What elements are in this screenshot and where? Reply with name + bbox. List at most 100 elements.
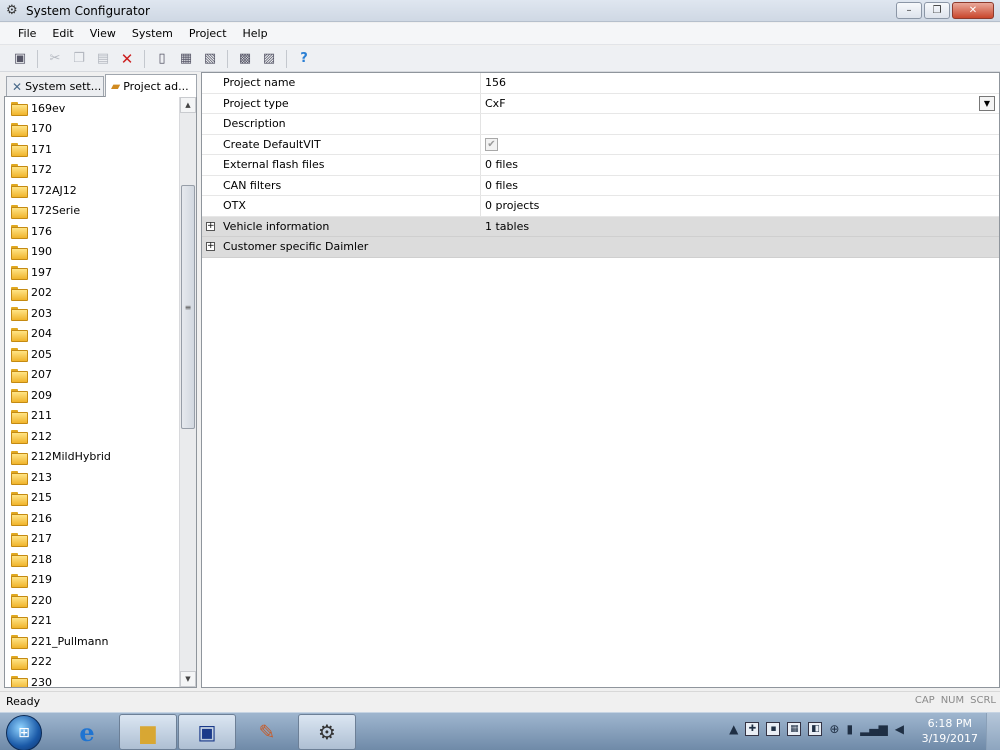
tree-item[interactable]: 222 — [5, 652, 179, 673]
tree-item[interactable]: 170 — [5, 119, 179, 140]
internet-explorer-icon[interactable]: e — [58, 714, 116, 750]
tree-item[interactable]: 213 — [5, 467, 179, 488]
property-group-customer-specific[interactable]: + Customer specific Daimler — [202, 237, 999, 258]
clock[interactable]: 6:18 PM 3/19/2017 — [922, 716, 978, 746]
tree-item[interactable]: 212MildHybrid — [5, 447, 179, 468]
tree-item[interactable]: 217 — [5, 529, 179, 550]
export-icon[interactable]: ▧ — [200, 49, 220, 69]
tree-item[interactable]: 204 — [5, 324, 179, 345]
tree-item[interactable]: 215 — [5, 488, 179, 509]
project-name-value[interactable]: 156 — [481, 73, 999, 93]
tab-system-settings[interactable]: ✕ System sett... — [6, 76, 104, 96]
property-row-project-name[interactable]: Project name 156 — [202, 73, 999, 94]
show-hidden-icons-icon[interactable]: ▲ — [729, 722, 738, 736]
property-row-otx[interactable]: OTX 0 projects — [202, 196, 999, 217]
tree-item[interactable]: 203 — [5, 303, 179, 324]
property-row-description[interactable]: Description — [202, 114, 999, 135]
show-desktop-button[interactable] — [986, 713, 1000, 750]
volume-icon[interactable]: ◀ — [895, 722, 904, 736]
close-button[interactable]: ✕ — [952, 2, 994, 19]
tree-item[interactable]: 169ev — [5, 98, 179, 119]
tree-item[interactable]: 219 — [5, 570, 179, 591]
network-icon[interactable]: ▂▄▆ — [860, 722, 888, 736]
tree-item[interactable]: 172 — [5, 160, 179, 181]
copy-icon[interactable]: ❐ — [69, 49, 89, 69]
tree-item[interactable]: 207 — [5, 365, 179, 386]
menu-view[interactable]: View — [82, 23, 124, 45]
dropdown-arrow-icon[interactable]: ▼ — [979, 95, 995, 111]
save-icon[interactable]: ▣ — [10, 49, 30, 69]
minimize-button[interactable]: – — [896, 2, 922, 19]
tree-item[interactable]: 172AJ12 — [5, 180, 179, 201]
tree-item[interactable]: 205 — [5, 344, 179, 365]
tray-app-icon[interactable]: ✚ — [745, 722, 760, 736]
maximize-button[interactable]: ❐ — [924, 2, 950, 19]
vehicle-information-value[interactable]: 1 tables — [481, 217, 999, 237]
tree-item[interactable]: 216 — [5, 508, 179, 529]
start-button[interactable]: ⊞ — [6, 715, 42, 750]
power-icon[interactable]: ▮ — [846, 722, 853, 736]
project-type-dropdown[interactable]: CxF ▼ — [481, 94, 999, 114]
menu-file[interactable]: File — [10, 23, 44, 45]
delete-icon[interactable]: ✕ — [117, 49, 137, 69]
tree-item[interactable]: 176 — [5, 221, 179, 242]
tree-item[interactable]: 190 — [5, 242, 179, 263]
property-row-can-filters[interactable]: CAN filters 0 files — [202, 175, 999, 196]
paste-icon[interactable]: ▤ — [93, 49, 113, 69]
tree-item-label: 176 — [31, 224, 52, 238]
new-icon[interactable]: ▯ — [152, 49, 172, 69]
description-value[interactable] — [481, 114, 999, 134]
file-explorer-icon[interactable]: ▆ — [119, 714, 177, 750]
tree-item[interactable]: 218 — [5, 549, 179, 570]
language-icon[interactable]: ⊕ — [829, 722, 839, 736]
remove-icon[interactable]: ▨ — [259, 49, 279, 69]
tree-item[interactable]: 221 — [5, 611, 179, 632]
property-row-external-flash-files[interactable]: External flash files 0 files — [202, 155, 999, 176]
paint-icon[interactable]: ✎ — [238, 714, 296, 750]
tree-item[interactable]: 212 — [5, 426, 179, 447]
save-as-icon[interactable]: ▦ — [176, 49, 196, 69]
network-tool-icon[interactable]: ▣ — [178, 714, 236, 750]
create-default-vit-value[interactable]: ✔ — [481, 135, 999, 155]
system-configurator-taskbar-icon[interactable]: ⚙ — [298, 714, 356, 750]
tab-project-admin-label: Project ad... — [123, 79, 189, 93]
menu-project[interactable]: Project — [181, 23, 235, 45]
tree-item[interactable]: 172Serie — [5, 201, 179, 222]
tree-item-label: 221_Pullmann — [31, 634, 109, 648]
scroll-down-button[interactable]: ▼ — [180, 671, 196, 687]
property-row-create-default-vit[interactable]: Create DefaultVIT ✔ — [202, 134, 999, 155]
tray-app-icon[interactable]: ▪ — [766, 722, 781, 736]
tab-project-admin[interactable]: ▰ Project ad... — [105, 74, 197, 97]
can-filters-value[interactable]: 0 files — [481, 176, 999, 196]
tray-app-icon[interactable]: ▦ — [787, 722, 802, 736]
external-flash-files-value[interactable]: 0 files — [481, 155, 999, 175]
import-icon[interactable]: ▩ — [235, 49, 255, 69]
tree-item[interactable]: 221_Pullmann — [5, 631, 179, 652]
scroll-thumb[interactable]: ≡ — [181, 185, 195, 429]
tree-item[interactable]: 197 — [5, 262, 179, 283]
menu-system[interactable]: System — [124, 23, 181, 45]
tree-item[interactable]: 209 — [5, 385, 179, 406]
expand-icon[interactable]: + — [206, 221, 215, 231]
property-row-project-type[interactable]: Project type CxF ▼ — [202, 93, 999, 114]
window-title: System Configurator — [26, 3, 150, 18]
scroll-up-button[interactable]: ▲ — [180, 97, 196, 113]
help-icon[interactable]: ? — [294, 49, 314, 69]
tray-app-icon[interactable]: ◧ — [808, 722, 823, 736]
tree-item[interactable]: 211 — [5, 406, 179, 427]
tree-item[interactable]: 202 — [5, 283, 179, 304]
cut-icon[interactable]: ✂ — [45, 49, 65, 69]
menu-help[interactable]: Help — [235, 23, 276, 45]
otx-value[interactable]: 0 projects — [481, 196, 999, 216]
tree-item[interactable]: 230 — [5, 672, 179, 687]
vertical-scrollbar[interactable]: ▲ ≡ ▼ — [179, 97, 196, 687]
tree-item-label: 217 — [31, 532, 52, 546]
tree-item-label: 221 — [31, 614, 52, 628]
expand-icon[interactable]: + — [206, 242, 215, 251]
menu-edit[interactable]: Edit — [44, 23, 81, 45]
tree-item[interactable]: 171 — [5, 139, 179, 160]
property-group-vehicle-information[interactable]: + Vehicle information 1 tables — [202, 216, 999, 237]
scroll-lock-indicator: SCRL — [970, 695, 996, 706]
tree-item[interactable]: 220 — [5, 590, 179, 611]
create-default-vit-checkbox[interactable]: ✔ — [485, 137, 498, 151]
